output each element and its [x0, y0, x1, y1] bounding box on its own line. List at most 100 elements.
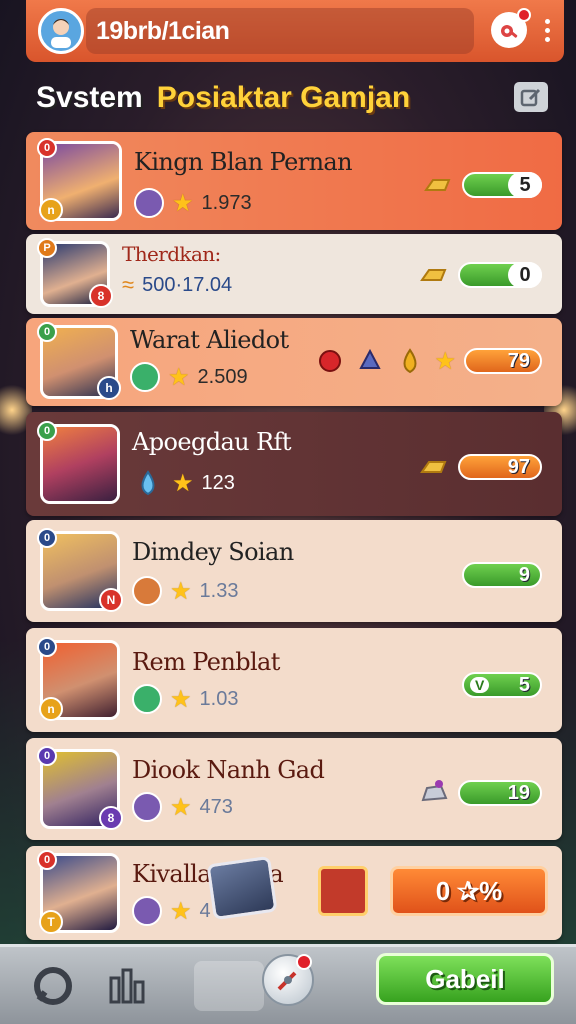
user-avatar-icon[interactable]: [38, 8, 84, 54]
star-icon: ★: [168, 363, 190, 391]
progress-bar: 19: [458, 780, 542, 806]
hero-portrait: P 8: [37, 238, 113, 308]
list-item[interactable]: 0 n Kingn Blan Pernan ★ 1.973 5: [26, 132, 562, 230]
hero-portrait: 0 n: [37, 637, 120, 721]
rank-badge: 0: [37, 528, 57, 548]
speed-icon: ≈: [122, 272, 135, 297]
stats-icon[interactable]: [102, 961, 152, 1011]
compass-icon[interactable]: [262, 954, 314, 1006]
list-item[interactable]: 0 n Rem Penblat ★ 1.03 V 5: [26, 628, 562, 732]
progress-value: 5: [518, 673, 530, 696]
progress-bar: 0: [458, 262, 542, 288]
class-badge: N: [99, 588, 123, 612]
rank-badge: 0: [37, 637, 57, 657]
class-badge: 8: [99, 806, 123, 830]
player-score: 1.03: [199, 687, 239, 710]
star-icon: ★: [170, 793, 192, 821]
rank-badge: 0: [37, 138, 57, 158]
red-gem-icon: [314, 346, 346, 376]
class-badge: n: [39, 697, 63, 721]
player-name: Therdkan:: [122, 242, 221, 266]
star-icon: ★: [172, 469, 194, 497]
gold-bars-icon: [418, 260, 450, 290]
rank-badge: P: [37, 238, 57, 258]
list-item[interactable]: P 8 Therdkan: ≈ 500·17.04 0: [26, 234, 562, 314]
gold-drop-icon: [394, 346, 426, 376]
player-score: 4: [199, 899, 211, 922]
hero-portrait: 0 8: [37, 746, 123, 830]
top-bar: 19brb/1cian: [26, 0, 564, 62]
list-item[interactable]: 0 h Warat Aliedot ★ 2.509 ★ 79: [26, 318, 562, 406]
class-badge: 8: [89, 284, 113, 308]
play-button[interactable]: Gabeil: [376, 953, 554, 1005]
gold-bars-icon: [422, 170, 454, 200]
list-item[interactable]: 0 Apoegdau Rft ★ 123 97: [26, 412, 562, 516]
player-score: 1.33: [199, 579, 239, 602]
page-title-prefix: Svstem: [36, 81, 143, 114]
list-item[interactable]: 0 N Dimdey Soian ★ 1.33 9: [26, 520, 562, 622]
hero-portrait: 0 n: [37, 138, 122, 222]
progress-bar: 5: [462, 172, 542, 198]
blue-crystal-icon: [354, 346, 386, 376]
page-title-main: Posiaktar Gamjan: [156, 81, 411, 114]
rank-badge: 0: [37, 421, 57, 441]
list-item[interactable]: 0 8 Diook Nanh Gad ★ 473 19: [26, 738, 562, 840]
progress-bar: 9: [462, 562, 542, 588]
water-drop-icon: [132, 468, 164, 498]
progress-value: 79: [507, 349, 530, 372]
hero-portrait: 0 h: [37, 322, 121, 400]
player-score: 473: [199, 795, 233, 818]
page-title: Svstem Posiaktar Gamjan: [36, 76, 410, 120]
hero-portrait: 0 T: [37, 850, 120, 934]
gold-bars-icon: [418, 452, 450, 482]
more-icon[interactable]: [545, 18, 550, 42]
class-badge: h: [97, 376, 121, 400]
notification-dot: [517, 8, 531, 22]
class-badge: T: [39, 910, 63, 934]
player-score: 1.973: [201, 191, 252, 214]
star-icon: ★: [170, 685, 192, 713]
progress-value: 19: [507, 781, 530, 804]
progress-bar: 79: [464, 348, 542, 374]
player-score: 500·17.04: [142, 273, 233, 296]
player-name: Apoegdau Rft: [132, 428, 291, 456]
silver-ore-icon: [418, 778, 450, 808]
player-name-label: 19brb/1cian: [96, 16, 230, 45]
progress-value: 5: [508, 172, 542, 198]
edit-icon[interactable]: [514, 82, 548, 112]
hero-portrait: 0 N: [37, 528, 123, 612]
player-name: Dimdey Soian: [132, 538, 294, 566]
star-icon: ★: [172, 189, 194, 217]
progress-bar: 97: [458, 454, 542, 480]
star-icon: ★: [434, 347, 456, 375]
empty-slot: [194, 961, 264, 1011]
star-icon: ★: [170, 577, 192, 605]
search-bar[interactable]: 19brb/1cian: [86, 8, 474, 54]
player-name: Kingn Blan Pernan: [134, 148, 353, 176]
star-icon: ★: [170, 897, 192, 925]
progress-value: 97: [507, 455, 530, 478]
player-score: 123: [201, 471, 235, 494]
rank-badge: 0: [37, 746, 57, 766]
rank-badge: 0: [37, 850, 57, 870]
hero-orb-icon: [132, 896, 162, 926]
rank-badge: 0: [37, 322, 57, 342]
reward-button[interactable]: 0 ✰%: [390, 866, 548, 916]
chat-icon[interactable]: [28, 961, 78, 1011]
hero-orb-icon: [132, 792, 162, 822]
player-name: Diook Nanh Gad: [132, 756, 325, 784]
treasure-chest-icon[interactable]: [318, 866, 368, 916]
hero-orb-icon: [130, 362, 160, 392]
notification-dot: [296, 954, 312, 970]
check-badge: V: [470, 677, 490, 693]
progress-value: 0: [508, 262, 542, 288]
class-badge: n: [39, 198, 63, 222]
hero-portrait: 0: [37, 421, 120, 504]
hero-orb-icon: [134, 188, 164, 218]
gear-icon[interactable]: [491, 8, 531, 48]
hero-orb-icon: [132, 684, 162, 714]
item-card-icon[interactable]: [206, 855, 278, 921]
progress-bar: V 5: [462, 672, 542, 698]
player-name: Rem Penblat: [132, 648, 280, 676]
player-score: 2.509: [197, 365, 248, 388]
